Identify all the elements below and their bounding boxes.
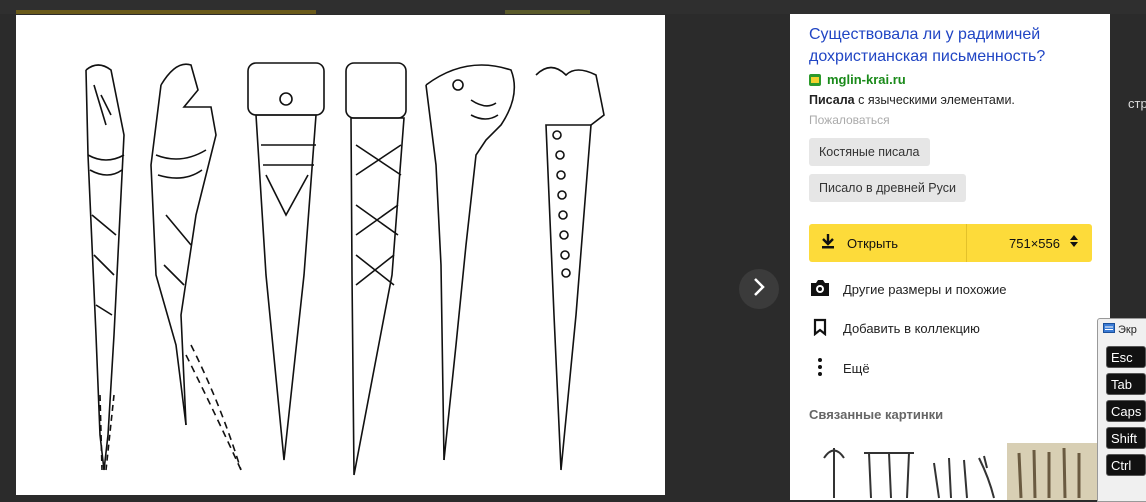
add-to-collection-button[interactable]: Добавить в коллекцию	[809, 318, 980, 339]
background-page-text: стр	[1128, 96, 1146, 111]
onscreen-keyboard-title: Экр	[1103, 323, 1137, 336]
bone-styluses-drawing	[85, 62, 605, 476]
bookmark-icon	[809, 318, 831, 339]
keyboard-title-text: Экр	[1118, 323, 1137, 336]
related-thumbnails[interactable]	[809, 438, 1109, 500]
other-sizes-button[interactable]: Другие размеры и похожие	[809, 279, 1006, 300]
action-label: Ещё	[843, 361, 870, 376]
tag-chip[interactable]: Костяные писала	[809, 138, 930, 166]
action-label: Добавить в коллекцию	[843, 321, 980, 336]
image-info-panel: Существовала ли у радимичей дохристианск…	[790, 14, 1110, 500]
key-tab[interactable]: Tab	[1106, 373, 1146, 395]
more-button[interactable]: Ещё	[809, 357, 870, 380]
related-thumbnails-strip	[823, 443, 1097, 500]
source-link[interactable]: mglin-krai.ru	[809, 72, 906, 87]
keyboard-icon	[1103, 323, 1115, 336]
action-label: Другие размеры и похожие	[843, 282, 1007, 297]
open-image-bar: Открыть 751×556	[809, 224, 1092, 262]
next-image-button[interactable]	[739, 269, 779, 309]
download-icon	[821, 233, 835, 254]
sort-arrows-icon	[1070, 234, 1078, 253]
main-image[interactable]	[16, 15, 665, 495]
image-viewer	[0, 14, 790, 500]
camera-search-icon	[809, 279, 831, 300]
site-favicon-icon	[809, 73, 821, 86]
browser-top-strip	[0, 0, 1146, 14]
related-images-heading: Связанные картинки	[809, 407, 944, 422]
complain-link[interactable]: Пожаловаться	[809, 113, 890, 127]
open-button[interactable]: Открыть	[809, 224, 967, 262]
key-esc[interactable]: Esc	[1106, 346, 1146, 368]
key-shift[interactable]: Shift	[1106, 427, 1146, 449]
description-keyword: Писала	[809, 93, 855, 107]
image-description: Писала с языческими элементами.	[809, 93, 1015, 107]
size-label: 751×556	[1009, 235, 1060, 251]
key-caps[interactable]: Caps	[1106, 400, 1146, 422]
source-domain[interactable]: mglin-krai.ru	[827, 72, 906, 87]
chevron-right-icon	[752, 277, 766, 302]
description-text: с языческими элементами.	[854, 93, 1015, 107]
more-vertical-icon	[809, 357, 831, 380]
open-label: Открыть	[847, 235, 899, 251]
page-title-link[interactable]: Существовала ли у радимичей дохристианск…	[809, 24, 1094, 68]
tag-chip[interactable]: Писало в древней Руси	[809, 174, 966, 202]
key-ctrl[interactable]: Ctrl	[1106, 454, 1146, 476]
size-select[interactable]: 751×556	[967, 224, 1092, 262]
